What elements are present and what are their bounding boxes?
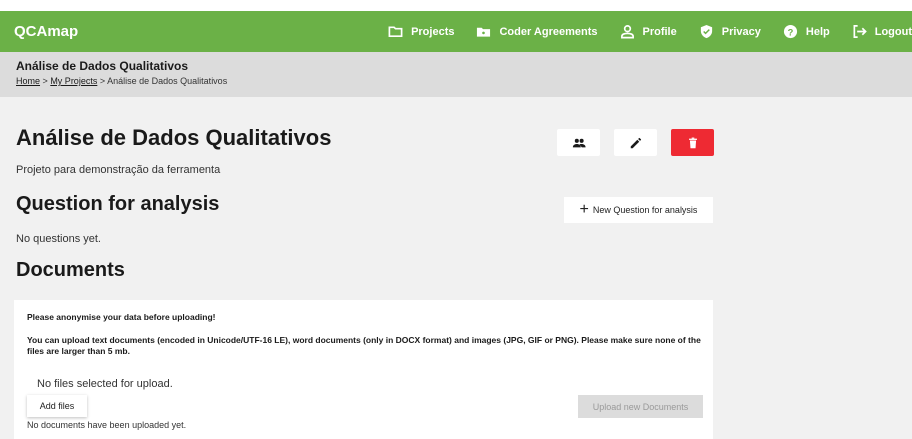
new-question-button[interactable]: + New Question for analysis [564, 197, 713, 223]
nav-coder-agreements[interactable]: Coder Agreements [476, 24, 598, 39]
nav-help-label: Help [805, 25, 830, 38]
project-actions [557, 129, 714, 156]
logout-icon [853, 25, 867, 38]
no-files-selected-text: No files selected for upload. [37, 378, 173, 390]
breadcrumb-separator: > [42, 76, 48, 86]
nav-logout-label: Logout [874, 25, 912, 38]
pencil-icon [630, 137, 641, 148]
breadcrumb-home-link[interactable]: Home [16, 76, 40, 86]
nav-projects-label: Projects [411, 25, 455, 38]
page-header: Análise de Dados Qualitativos Home > My … [0, 52, 912, 97]
breadcrumb: Home > My Projects > Análise de Dados Qu… [16, 76, 227, 86]
project-description: Projeto para demonstração da ferramenta [16, 164, 221, 176]
user-icon [620, 25, 634, 39]
questions-empty-text: No questions yet. [16, 233, 101, 245]
shield-icon [700, 24, 712, 39]
folder-icon [388, 26, 403, 38]
new-question-label: New Question for analysis [592, 205, 698, 215]
anonymise-warning: Please anonymise your data before upload… [27, 312, 216, 322]
nav-privacy-label: Privacy [721, 25, 761, 38]
brand-logo[interactable]: QCAmap [14, 23, 78, 40]
nav-help[interactable]: ? Help [783, 24, 830, 39]
upload-info: You can upload text documents (encoded i… [27, 335, 701, 356]
nav-menu: Projects Coder Agreements Profile Privac… [366, 11, 912, 52]
id-card-icon [477, 27, 491, 37]
top-strip [0, 0, 912, 11]
edit-button[interactable] [614, 129, 657, 156]
delete-button[interactable] [671, 129, 714, 156]
top-navbar: QCAmap Projects Coder Agreements Profile… [0, 11, 912, 52]
questions-heading: Question for analysis [16, 193, 220, 215]
nav-projects[interactable]: Projects [388, 24, 454, 39]
documents-empty-text: No documents have been uploaded yet. [27, 420, 187, 430]
plus-icon: + [579, 201, 589, 218]
documents-heading: Documents [16, 259, 125, 281]
trash-icon [688, 137, 697, 148]
nav-profile-label: Profile [642, 25, 677, 38]
upload-documents-button[interactable]: Upload new Documents [578, 395, 703, 418]
breadcrumb-current: Análise de Dados Qualitativos [107, 76, 228, 86]
nav-profile[interactable]: Profile [620, 24, 677, 39]
members-button[interactable] [557, 129, 600, 156]
page-title: Análise de Dados Qualitativos [16, 125, 332, 150]
documents-upload-card: Please anonymise your data before upload… [14, 300, 713, 439]
svg-text:?: ? [788, 27, 794, 37]
breadcrumb-my-projects-link[interactable]: My Projects [50, 76, 97, 86]
nav-privacy[interactable]: Privacy [699, 24, 761, 39]
breadcrumb-separator: > [99, 76, 106, 86]
help-icon: ? [783, 24, 797, 39]
nav-coder-agreements-label: Coder Agreements [499, 25, 598, 38]
header-title: Análise de Dados Qualitativos [16, 59, 189, 73]
add-files-button[interactable]: Add files [27, 395, 87, 417]
people-icon [572, 138, 586, 147]
nav-logout[interactable]: Logout [852, 24, 912, 39]
